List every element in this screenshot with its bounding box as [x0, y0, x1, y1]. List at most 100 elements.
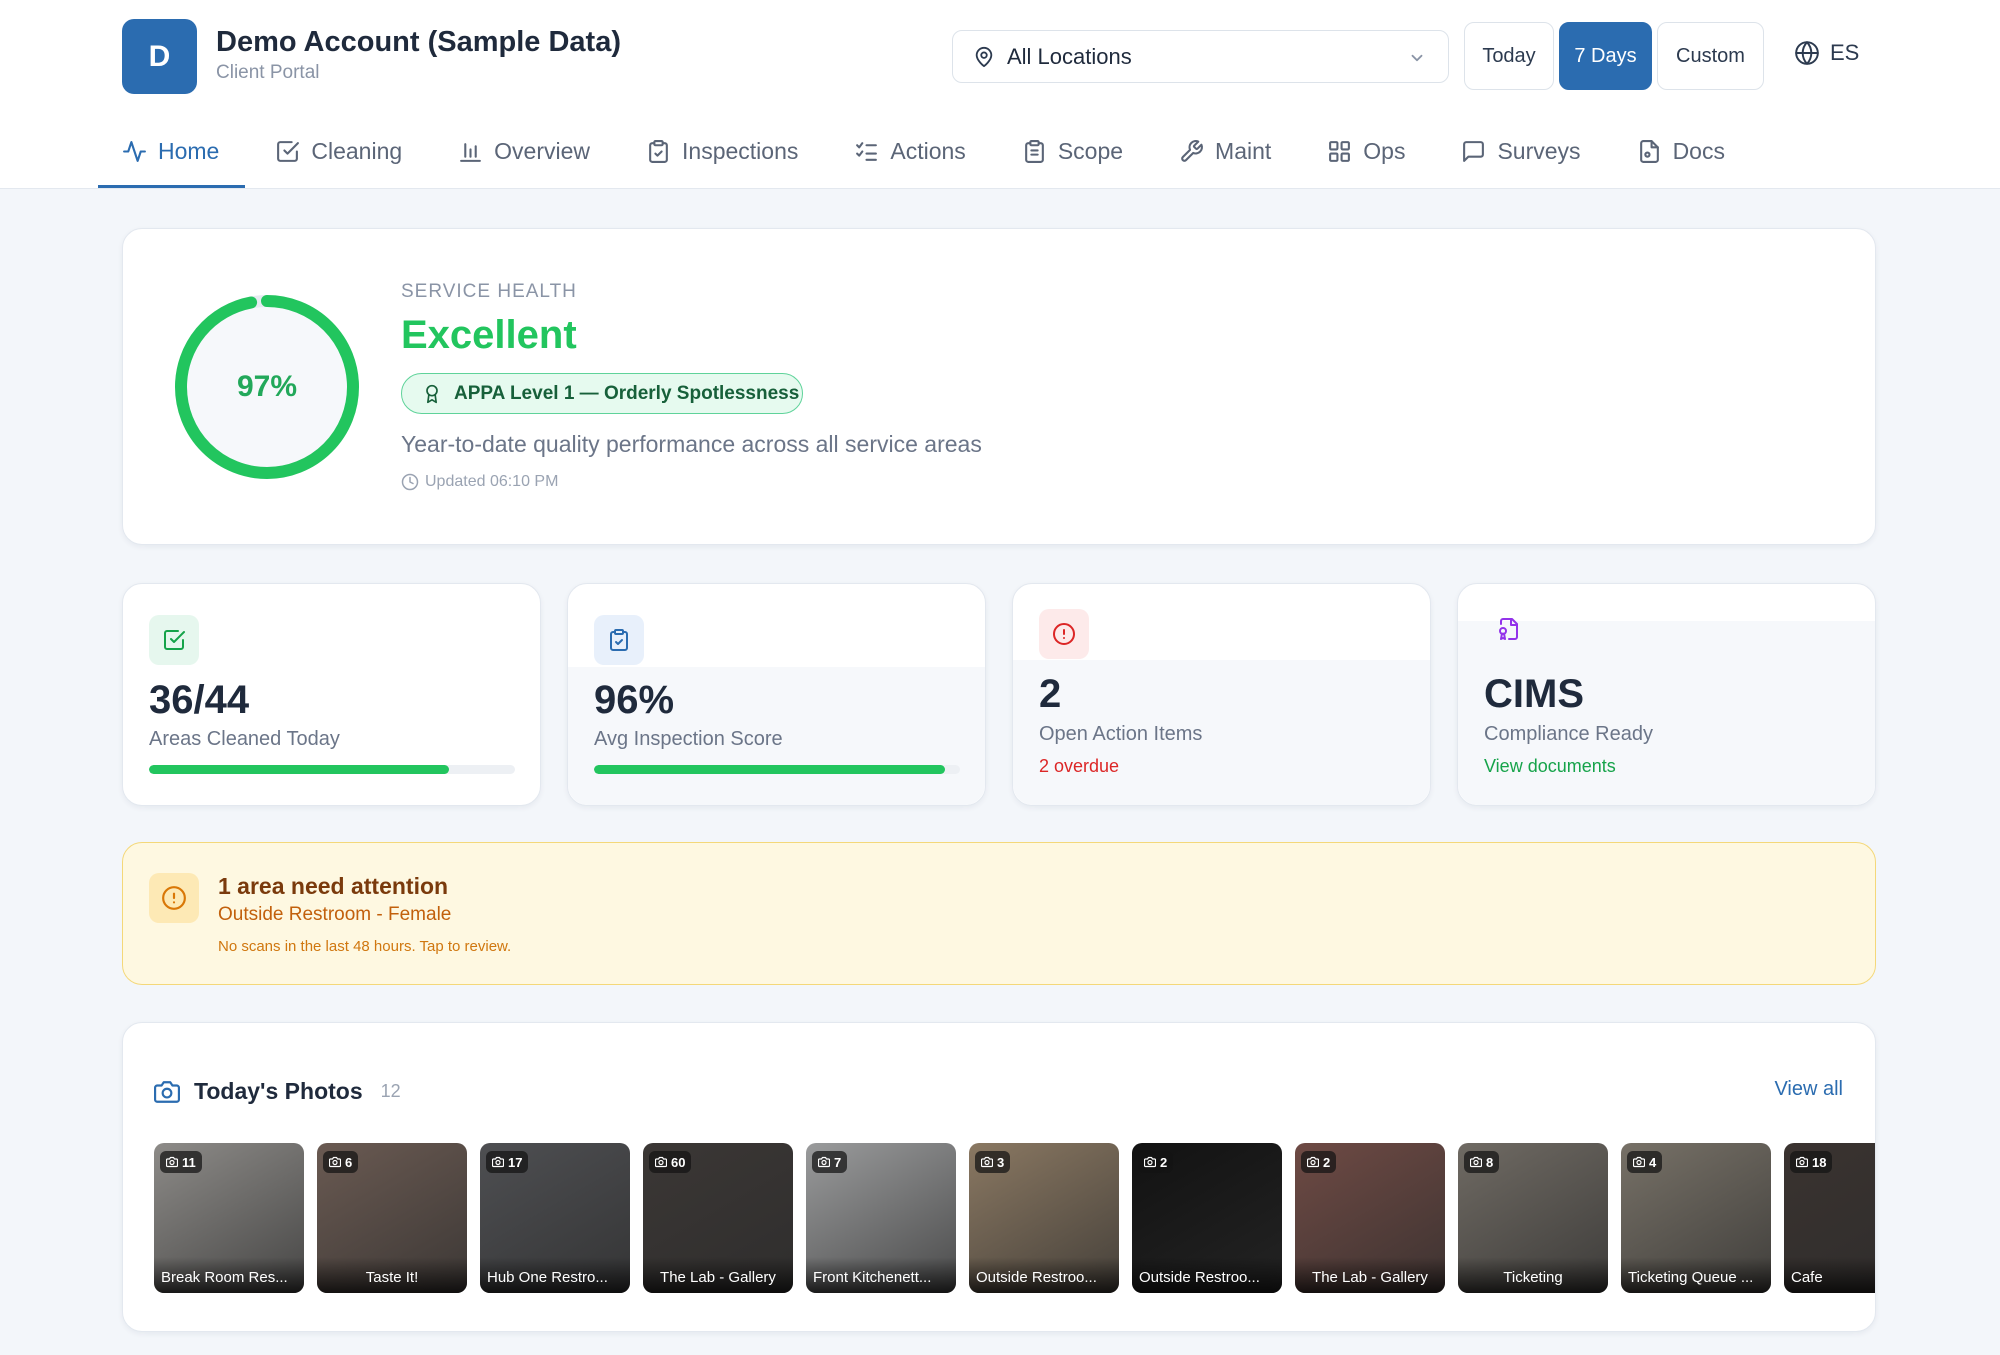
photo-count: 7	[834, 1154, 842, 1170]
photo-caption: Hub One Restro...	[480, 1257, 630, 1293]
tab-label: Maint	[1215, 138, 1272, 164]
location-select[interactable]: All Locations	[952, 30, 1449, 83]
photo-thumbnail[interactable]: 8 Ticketing	[1458, 1143, 1608, 1293]
stat-label: Compliance Ready	[1484, 723, 1653, 745]
photo-thumbnail[interactable]: 11 Break Room Res...	[154, 1143, 304, 1293]
photo-caption: The Lab - Gallery	[643, 1257, 793, 1293]
account-initial: D	[148, 39, 171, 73]
photo-count: 18	[1812, 1154, 1827, 1170]
photo-count-badge: 4	[1627, 1151, 1663, 1173]
appa-level-text: APPA Level 1 — Orderly Spotlessness	[454, 382, 800, 404]
stat-icon-box	[1484, 604, 1534, 654]
tab-surveys[interactable]: Surveys	[1461, 122, 1581, 188]
photo-thumbnail[interactable]: 3 Outside Restroo...	[969, 1143, 1119, 1293]
attention-alert[interactable]: 1 area need attention Outside Restroom -…	[122, 842, 1876, 985]
account-subtitle: Client Portal	[216, 62, 320, 83]
tab-label: Actions	[890, 138, 966, 164]
photo-count-badge: 2	[1138, 1151, 1174, 1173]
tab-cleaning[interactable]: Cleaning	[275, 122, 402, 188]
tab-actions[interactable]: Actions	[854, 122, 966, 188]
photo-count: 2	[1323, 1154, 1331, 1170]
photo-caption: Break Room Res...	[154, 1257, 304, 1293]
service-health-card: 97% SERVICE HEALTH Excellent APPA Level …	[122, 228, 1876, 545]
language-toggle[interactable]: ES	[1794, 40, 1859, 66]
main-nav: Home Cleaning Overview Inspections Actio…	[97, 122, 1725, 188]
tab-scope[interactable]: Scope	[1022, 122, 1123, 188]
photo-thumbnail[interactable]: 6 Taste It!	[317, 1143, 467, 1293]
tab-overview[interactable]: Overview	[458, 122, 590, 188]
photo-caption: Outside Restroo...	[969, 1257, 1119, 1293]
service-health-status: Excellent	[401, 313, 577, 357]
clipboard-list-icon	[1024, 140, 1044, 163]
tab-maint[interactable]: Maint	[1179, 122, 1271, 188]
photo-thumbnail[interactable]: 7 Front Kitchenett...	[806, 1143, 956, 1293]
photo-thumbnail[interactable]: 2 The Lab - Gallery	[1295, 1143, 1445, 1293]
photo-count-badge: 11	[160, 1151, 202, 1173]
stat-card-inspection-score[interactable]: 96% Avg Inspection Score	[567, 583, 986, 806]
service-health-description: Year-to-date quality performance across …	[401, 431, 982, 457]
photo-caption: The Lab - Gallery	[1295, 1257, 1445, 1293]
overdue-count: 2 overdue	[1039, 756, 1120, 776]
photo-count-badge: 8	[1464, 1151, 1500, 1173]
grid-icon	[1329, 141, 1351, 162]
account-avatar[interactable]: D	[122, 19, 197, 94]
photos-header: Today's Photos 12	[154, 1078, 401, 1105]
photos-count: 12	[380, 1081, 401, 1101]
photo-count-badge: 7	[812, 1151, 848, 1173]
account-name: Demo Account (Sample Data)	[216, 26, 621, 58]
tab-label: Home	[158, 138, 220, 164]
camera-icon	[492, 1156, 504, 1168]
camera-icon	[166, 1156, 178, 1168]
photo-count-badge: 17	[486, 1151, 529, 1173]
photo-count-badge: 6	[323, 1151, 359, 1173]
tab-label: Inspections	[682, 138, 799, 164]
stat-icon-box	[1039, 609, 1089, 659]
photo-count: 6	[345, 1154, 353, 1170]
stat-card-areas-cleaned[interactable]: 36/44 Areas Cleaned Today	[122, 583, 541, 806]
photo-caption: Ticketing Queue ...	[1621, 1257, 1771, 1293]
photo-count-badge: 18	[1790, 1151, 1833, 1173]
tab-ops[interactable]: Ops	[1327, 122, 1405, 188]
progress-fill	[594, 765, 946, 774]
photo-thumbnail[interactable]: 17 Hub One Restro...	[480, 1143, 630, 1293]
tab-inspections[interactable]: Inspections	[646, 122, 798, 188]
view-documents-link[interactable]: View documents	[1484, 756, 1616, 777]
view-all-photos-link[interactable]: View all	[1774, 1078, 1843, 1101]
camera-icon	[818, 1156, 830, 1168]
photo-caption: Front Kitchenett...	[806, 1257, 956, 1293]
globe-icon	[1795, 41, 1819, 65]
stat-card-compliance[interactable]: CIMS Compliance Ready View documents	[1457, 583, 1876, 806]
stat-card-open-actions[interactable]: 2 Open Action Items 2 overdue	[1012, 583, 1431, 806]
clock-icon	[401, 473, 419, 491]
camera-icon	[655, 1156, 667, 1168]
photo-strip: 11 Break Room Res... 6 Taste It! 17 Hub One R…	[154, 1143, 1875, 1295]
photo-caption: Outside Restroo...	[1132, 1257, 1282, 1293]
photo-thumbnail[interactable]: 2 Outside Restroo...	[1132, 1143, 1282, 1293]
file-badge-icon	[1499, 618, 1518, 640]
service-health-label: SERVICE HEALTH	[401, 281, 577, 302]
camera-icon	[1796, 1156, 1808, 1168]
top-header: D Demo Account (Sample Data) Client Port…	[0, 0, 2000, 189]
photo-thumbnail[interactable]: 60 The Lab - Gallery	[643, 1143, 793, 1293]
photo-count: 2	[1160, 1154, 1168, 1170]
alert-title: 1 area need attention	[218, 873, 449, 899]
todays-photos-card: Today's Photos 12 View all 11 Break Room …	[122, 1022, 1876, 1332]
tab-home[interactable]: Home	[97, 122, 246, 188]
health-score-value: 97%	[236, 370, 298, 403]
appa-level-badge: APPA Level 1 — Orderly Spotlessness	[401, 373, 803, 414]
photo-count: 8	[1486, 1154, 1494, 1170]
range-custom-button[interactable]: Custom	[1657, 22, 1764, 90]
photo-thumbnail[interactable]: 18 Cafe	[1784, 1143, 1875, 1293]
alert-area-name: Outside Restroom - Female	[218, 904, 452, 925]
range-today-button[interactable]: Today	[1464, 22, 1554, 90]
message-square-icon	[1463, 141, 1485, 162]
photo-caption: Cafe	[1784, 1257, 1875, 1293]
camera-icon	[981, 1156, 993, 1168]
language-label: ES	[1830, 40, 1860, 65]
alert-circle-icon	[1053, 623, 1075, 645]
tab-docs[interactable]: Docs	[1637, 122, 1725, 188]
range-7days-button[interactable]: 7 Days	[1559, 22, 1652, 90]
photo-thumbnail[interactable]: 4 Ticketing Queue ...	[1621, 1143, 1771, 1293]
check-square-icon	[277, 141, 300, 162]
camera-icon	[329, 1156, 341, 1168]
